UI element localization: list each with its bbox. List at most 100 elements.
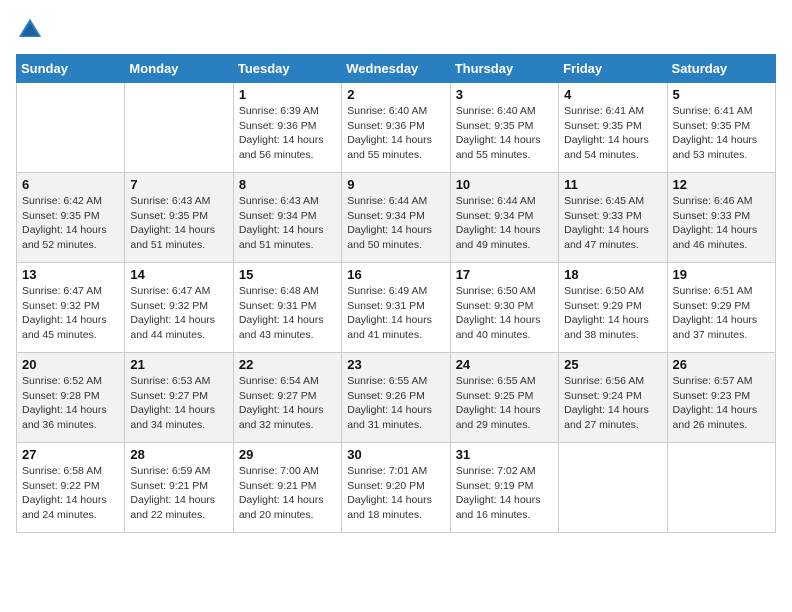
day-detail: Sunrise: 6:43 AM Sunset: 9:35 PM Dayligh… bbox=[130, 194, 227, 253]
day-number: 25 bbox=[564, 357, 661, 372]
calendar-cell: 20Sunrise: 6:52 AM Sunset: 9:28 PM Dayli… bbox=[17, 353, 125, 443]
day-number: 19 bbox=[673, 267, 770, 282]
col-header-monday: Monday bbox=[125, 55, 233, 83]
col-header-sunday: Sunday bbox=[17, 55, 125, 83]
day-detail: Sunrise: 6:57 AM Sunset: 9:23 PM Dayligh… bbox=[673, 374, 770, 433]
calendar-cell: 8 Sunrise: 6:43 AM Sunset: 9:34 PM Daylig… bbox=[233, 173, 341, 263]
day-number: 5 bbox=[673, 87, 770, 102]
day-number: 26 bbox=[673, 357, 770, 372]
day-number: 29 bbox=[239, 447, 336, 462]
day-detail: Sunrise: 6:44 AM Sunset: 9:34 PM Dayligh… bbox=[347, 194, 444, 253]
calendar-cell: 22 Sunrise: 6:54 AM Sunset: 9:27 PM Dayli… bbox=[233, 353, 341, 443]
col-header-wednesday: Wednesday bbox=[342, 55, 450, 83]
calendar-cell: 1 Sunrise: 6:39 AM Sunset: 9:36 PM Daylig… bbox=[233, 83, 341, 173]
day-detail: Sunrise: 6:55 AM Sunset: 9:26 PM Dayligh… bbox=[347, 374, 444, 433]
calendar-cell: 27 Sunrise: 6:58 AM Sunset: 9:22 PM Dayli… bbox=[17, 443, 125, 533]
col-header-saturday: Saturday bbox=[667, 55, 775, 83]
calendar-cell: 15Sunrise: 6:48 AM Sunset: 9:31 PM Dayli… bbox=[233, 263, 341, 353]
calendar-table: SundayMondayTuesdayWednesdayThursdayFrid… bbox=[16, 54, 776, 533]
day-number: 23 bbox=[347, 357, 444, 372]
day-detail: Sunrise: 7:00 AM Sunset: 9:21 PM Dayligh… bbox=[239, 464, 336, 523]
day-number: 13 bbox=[22, 267, 119, 282]
day-detail: Sunrise: 6:55 AM Sunset: 9:25 PM Dayligh… bbox=[456, 374, 553, 433]
day-detail: Sunrise: 6:42 AM Sunset: 9:35 PM Dayligh… bbox=[22, 194, 119, 253]
day-number: 20 bbox=[22, 357, 119, 372]
calendar-cell: 7 Sunrise: 6:43 AM Sunset: 9:35 PM Daylig… bbox=[125, 173, 233, 263]
calendar-cell bbox=[17, 83, 125, 173]
day-number: 17 bbox=[456, 267, 553, 282]
day-number: 28 bbox=[130, 447, 227, 462]
col-header-friday: Friday bbox=[559, 55, 667, 83]
day-detail: Sunrise: 6:44 AM Sunset: 9:34 PM Dayligh… bbox=[456, 194, 553, 253]
calendar-cell: 28 Sunrise: 6:59 AM Sunset: 9:21 PM Dayli… bbox=[125, 443, 233, 533]
day-detail: Sunrise: 6:47 AM Sunset: 9:32 PM Dayligh… bbox=[130, 284, 227, 343]
calendar-cell: 23 Sunrise: 6:55 AM Sunset: 9:26 PM Dayli… bbox=[342, 353, 450, 443]
day-detail: Sunrise: 6:45 AM Sunset: 9:33 PM Dayligh… bbox=[564, 194, 661, 253]
day-detail: Sunrise: 6:46 AM Sunset: 9:33 PM Dayligh… bbox=[673, 194, 770, 253]
day-number: 7 bbox=[130, 177, 227, 192]
day-detail: Sunrise: 7:02 AM Sunset: 9:19 PM Dayligh… bbox=[456, 464, 553, 523]
calendar-cell: 5 Sunrise: 6:41 AM Sunset: 9:35 PM Daylig… bbox=[667, 83, 775, 173]
day-number: 24 bbox=[456, 357, 553, 372]
day-detail: Sunrise: 6:50 AM Sunset: 9:30 PM Dayligh… bbox=[456, 284, 553, 343]
calendar-cell: 9 Sunrise: 6:44 AM Sunset: 9:34 PM Daylig… bbox=[342, 173, 450, 263]
calendar-cell bbox=[125, 83, 233, 173]
calendar-cell bbox=[559, 443, 667, 533]
day-number: 14 bbox=[130, 267, 227, 282]
page-header bbox=[16, 16, 776, 44]
day-number: 15 bbox=[239, 267, 336, 282]
day-detail: Sunrise: 6:41 AM Sunset: 9:35 PM Dayligh… bbox=[673, 104, 770, 163]
day-detail: Sunrise: 6:49 AM Sunset: 9:31 PM Dayligh… bbox=[347, 284, 444, 343]
day-number: 10 bbox=[456, 177, 553, 192]
day-detail: Sunrise: 6:51 AM Sunset: 9:29 PM Dayligh… bbox=[673, 284, 770, 343]
calendar-cell: 13 Sunrise: 6:47 AM Sunset: 9:32 PM Dayli… bbox=[17, 263, 125, 353]
day-number: 3 bbox=[456, 87, 553, 102]
logo-icon bbox=[16, 16, 44, 44]
logo bbox=[16, 16, 48, 44]
day-number: 9 bbox=[347, 177, 444, 192]
day-number: 27 bbox=[22, 447, 119, 462]
calendar-cell: 25 Sunrise: 6:56 AM Sunset: 9:24 PM Dayli… bbox=[559, 353, 667, 443]
day-detail: Sunrise: 7:01 AM Sunset: 9:20 PM Dayligh… bbox=[347, 464, 444, 523]
col-header-thursday: Thursday bbox=[450, 55, 558, 83]
day-detail: Sunrise: 6:39 AM Sunset: 9:36 PM Dayligh… bbox=[239, 104, 336, 163]
day-number: 22 bbox=[239, 357, 336, 372]
day-detail: Sunrise: 6:40 AM Sunset: 9:35 PM Dayligh… bbox=[456, 104, 553, 163]
day-detail: Sunrise: 6:56 AM Sunset: 9:24 PM Dayligh… bbox=[564, 374, 661, 433]
day-number: 21 bbox=[130, 357, 227, 372]
calendar-cell: 24 Sunrise: 6:55 AM Sunset: 9:25 PM Dayli… bbox=[450, 353, 558, 443]
calendar-cell: 30 Sunrise: 7:01 AM Sunset: 9:20 PM Dayli… bbox=[342, 443, 450, 533]
calendar-cell bbox=[667, 443, 775, 533]
calendar-cell: 31Sunrise: 7:02 AM Sunset: 9:19 PM Dayli… bbox=[450, 443, 558, 533]
calendar-cell: 10 Sunrise: 6:44 AM Sunset: 9:34 PM Dayli… bbox=[450, 173, 558, 263]
day-detail: Sunrise: 6:54 AM Sunset: 9:27 PM Dayligh… bbox=[239, 374, 336, 433]
day-detail: Sunrise: 6:58 AM Sunset: 9:22 PM Dayligh… bbox=[22, 464, 119, 523]
day-number: 18 bbox=[564, 267, 661, 282]
day-number: 2 bbox=[347, 87, 444, 102]
day-detail: Sunrise: 6:53 AM Sunset: 9:27 PM Dayligh… bbox=[130, 374, 227, 433]
day-detail: Sunrise: 6:59 AM Sunset: 9:21 PM Dayligh… bbox=[130, 464, 227, 523]
calendar-cell: 17 Sunrise: 6:50 AM Sunset: 9:30 PM Dayli… bbox=[450, 263, 558, 353]
day-detail: Sunrise: 6:41 AM Sunset: 9:35 PM Dayligh… bbox=[564, 104, 661, 163]
calendar-cell: 16Sunrise: 6:49 AM Sunset: 9:31 PM Dayli… bbox=[342, 263, 450, 353]
calendar-cell: 11 Sunrise: 6:45 AM Sunset: 9:33 PM Dayli… bbox=[559, 173, 667, 263]
day-number: 4 bbox=[564, 87, 661, 102]
day-detail: Sunrise: 6:43 AM Sunset: 9:34 PM Dayligh… bbox=[239, 194, 336, 253]
day-number: 12 bbox=[673, 177, 770, 192]
day-detail: Sunrise: 6:40 AM Sunset: 9:36 PM Dayligh… bbox=[347, 104, 444, 163]
col-header-tuesday: Tuesday bbox=[233, 55, 341, 83]
calendar-cell: 2 Sunrise: 6:40 AM Sunset: 9:36 PM Daylig… bbox=[342, 83, 450, 173]
day-detail: Sunrise: 6:47 AM Sunset: 9:32 PM Dayligh… bbox=[22, 284, 119, 343]
day-number: 11 bbox=[564, 177, 661, 192]
calendar-cell: 6 Sunrise: 6:42 AM Sunset: 9:35 PM Daylig… bbox=[17, 173, 125, 263]
calendar-cell: 14 Sunrise: 6:47 AM Sunset: 9:32 PM Dayli… bbox=[125, 263, 233, 353]
day-number: 30 bbox=[347, 447, 444, 462]
calendar-cell: 21 Sunrise: 6:53 AM Sunset: 9:27 PM Dayli… bbox=[125, 353, 233, 443]
day-number: 1 bbox=[239, 87, 336, 102]
calendar-cell: 3 Sunrise: 6:40 AM Sunset: 9:35 PM Daylig… bbox=[450, 83, 558, 173]
day-number: 6 bbox=[22, 177, 119, 192]
day-number: 8 bbox=[239, 177, 336, 192]
calendar-cell: 18 Sunrise: 6:50 AM Sunset: 9:29 PM Dayli… bbox=[559, 263, 667, 353]
day-detail: Sunrise: 6:50 AM Sunset: 9:29 PM Dayligh… bbox=[564, 284, 661, 343]
calendar-cell: 12 Sunrise: 6:46 AM Sunset: 9:33 PM Dayli… bbox=[667, 173, 775, 263]
